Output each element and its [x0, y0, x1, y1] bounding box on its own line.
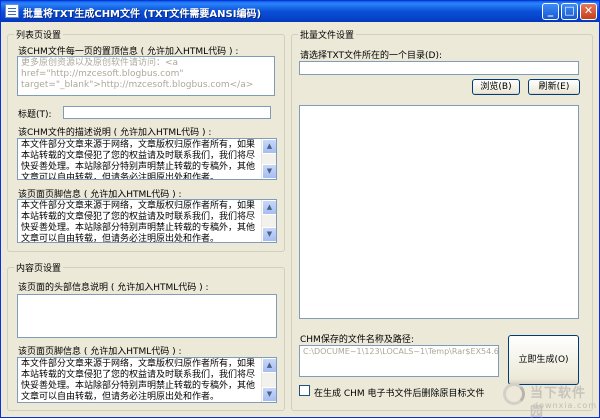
txt-file-list[interactable] — [299, 105, 579, 319]
list-footer-scrollbar[interactable]: ▲ ▼ — [261, 200, 276, 242]
scroll-down-arrow-icon[interactable]: ▼ — [262, 164, 276, 179]
top-info-textarea[interactable]: 更多原创资源以及原创软件请访问：<a href="http://mzcesoft… — [17, 56, 275, 96]
main-window: 批量将TXT生成CHM文件 (TXT文件需要ANSI编码) _ □ ✕ 列表页设… — [0, 0, 600, 420]
content-footer-label: 该页面页脚信息 ( 允许加入HTML代码 ) : — [18, 347, 182, 357]
refresh-button[interactable]: 刷新(E) — [528, 79, 580, 95]
minimize-button[interactable]: _ — [542, 3, 559, 20]
content-footer-scrollbar[interactable]: ▲ ▼ — [261, 358, 276, 402]
refresh-button-label: 刷新(E) — [538, 82, 570, 92]
scroll-down-arrow-icon[interactable]: ▼ — [262, 227, 276, 242]
content-header-textarea[interactable] — [17, 294, 277, 338]
content-footer-textarea[interactable]: 本文件部分文章来源于网络，文章版权归原作者所有，如果本站转载的文章侵犯了您的权益… — [17, 357, 277, 403]
watermark-logo-icon — [503, 383, 525, 405]
list-footer-text: 本文件部分文章来源于网络，文章版权归原作者所有，如果本站转载的文章侵犯了您的权益… — [21, 201, 256, 243]
browse-button-label: 浏览(B) — [480, 82, 512, 92]
close-button[interactable]: ✕ — [580, 3, 597, 20]
generate-button[interactable]: 立即生成(O) — [508, 335, 579, 385]
list-footer-textarea[interactable]: 本文件部分文章来源于网络，文章版权归原作者所有，如果本站转载的文章侵犯了您的权益… — [17, 199, 277, 243]
generate-button-label: 立即生成(O) — [518, 355, 569, 365]
dir-input[interactable] — [299, 61, 579, 75]
save-path-label: CHM保存的文件名称及路径: — [300, 335, 414, 345]
delete-source-checkbox[interactable] — [299, 385, 310, 396]
dir-label: 请选择TXT文件所在的一个目录(D): — [300, 51, 442, 61]
watermark: 当下软件园 downxia.com — [503, 381, 598, 420]
top-info-text: 更多原创资源以及原创软件请访问：<a href="http://mzcesoft… — [21, 58, 254, 90]
content-page-group-title: 内容页设置 — [14, 261, 64, 274]
save-path-text: C:\DOCUME~1\123\LOCALS~1\Temp\Rar$EX54.6… — [303, 347, 499, 356]
batch-group-title: 批量文件设置 — [298, 28, 357, 41]
desc-scrollbar[interactable]: ▲ ▼ — [261, 139, 276, 179]
desc-textarea[interactable]: 本文件部分文章来源于网络，文章版权归原作者所有，如果本站转载的文章侵犯了您的权益… — [17, 138, 277, 180]
scroll-up-arrow-icon[interactable]: ▲ — [262, 200, 276, 215]
content-header-label: 该页面的头部信息说明 ( 允许加入HTML代码 ) : — [18, 283, 209, 293]
content-footer-text: 本文件部分文章来源于网络，文章版权归原作者所有，如果本站转载的文章侵犯了您的权益… — [21, 359, 256, 402]
watermark-domain: downxia.com — [533, 401, 598, 410]
scroll-up-arrow-icon[interactable]: ▲ — [262, 358, 276, 373]
title-input[interactable] — [63, 106, 271, 119]
title-label: 标题(T): — [18, 110, 52, 120]
save-path-textarea[interactable]: C:\DOCUME~1\123\LOCALS~1\Temp\Rar$EX54.6… — [299, 345, 499, 377]
scroll-up-arrow-icon[interactable]: ▲ — [262, 139, 276, 154]
delete-source-label: 在生成 CHM 电子书文件后删除原目标文件 — [314, 389, 485, 399]
browse-button[interactable]: 浏览(B) — [472, 79, 520, 95]
window-title: 批量将TXT生成CHM文件 (TXT文件需要ANSI编码) — [23, 9, 262, 20]
title-bar[interactable]: 批量将TXT生成CHM文件 (TXT文件需要ANSI编码) _ □ ✕ — [1, 1, 599, 22]
maximize-button[interactable]: □ — [561, 3, 578, 20]
app-icon — [5, 4, 19, 18]
desc-label: 该CHM文件的描述说明 ( 允许加入HTML代码 ) : — [18, 128, 212, 138]
list-page-group-title: 列表页设置 — [14, 28, 64, 41]
scroll-down-arrow-icon[interactable]: ▼ — [262, 387, 276, 402]
desc-text: 本文件部分文章来源于网络，文章版权归原作者所有，如果本站转载的文章侵犯了您的权益… — [21, 140, 256, 180]
